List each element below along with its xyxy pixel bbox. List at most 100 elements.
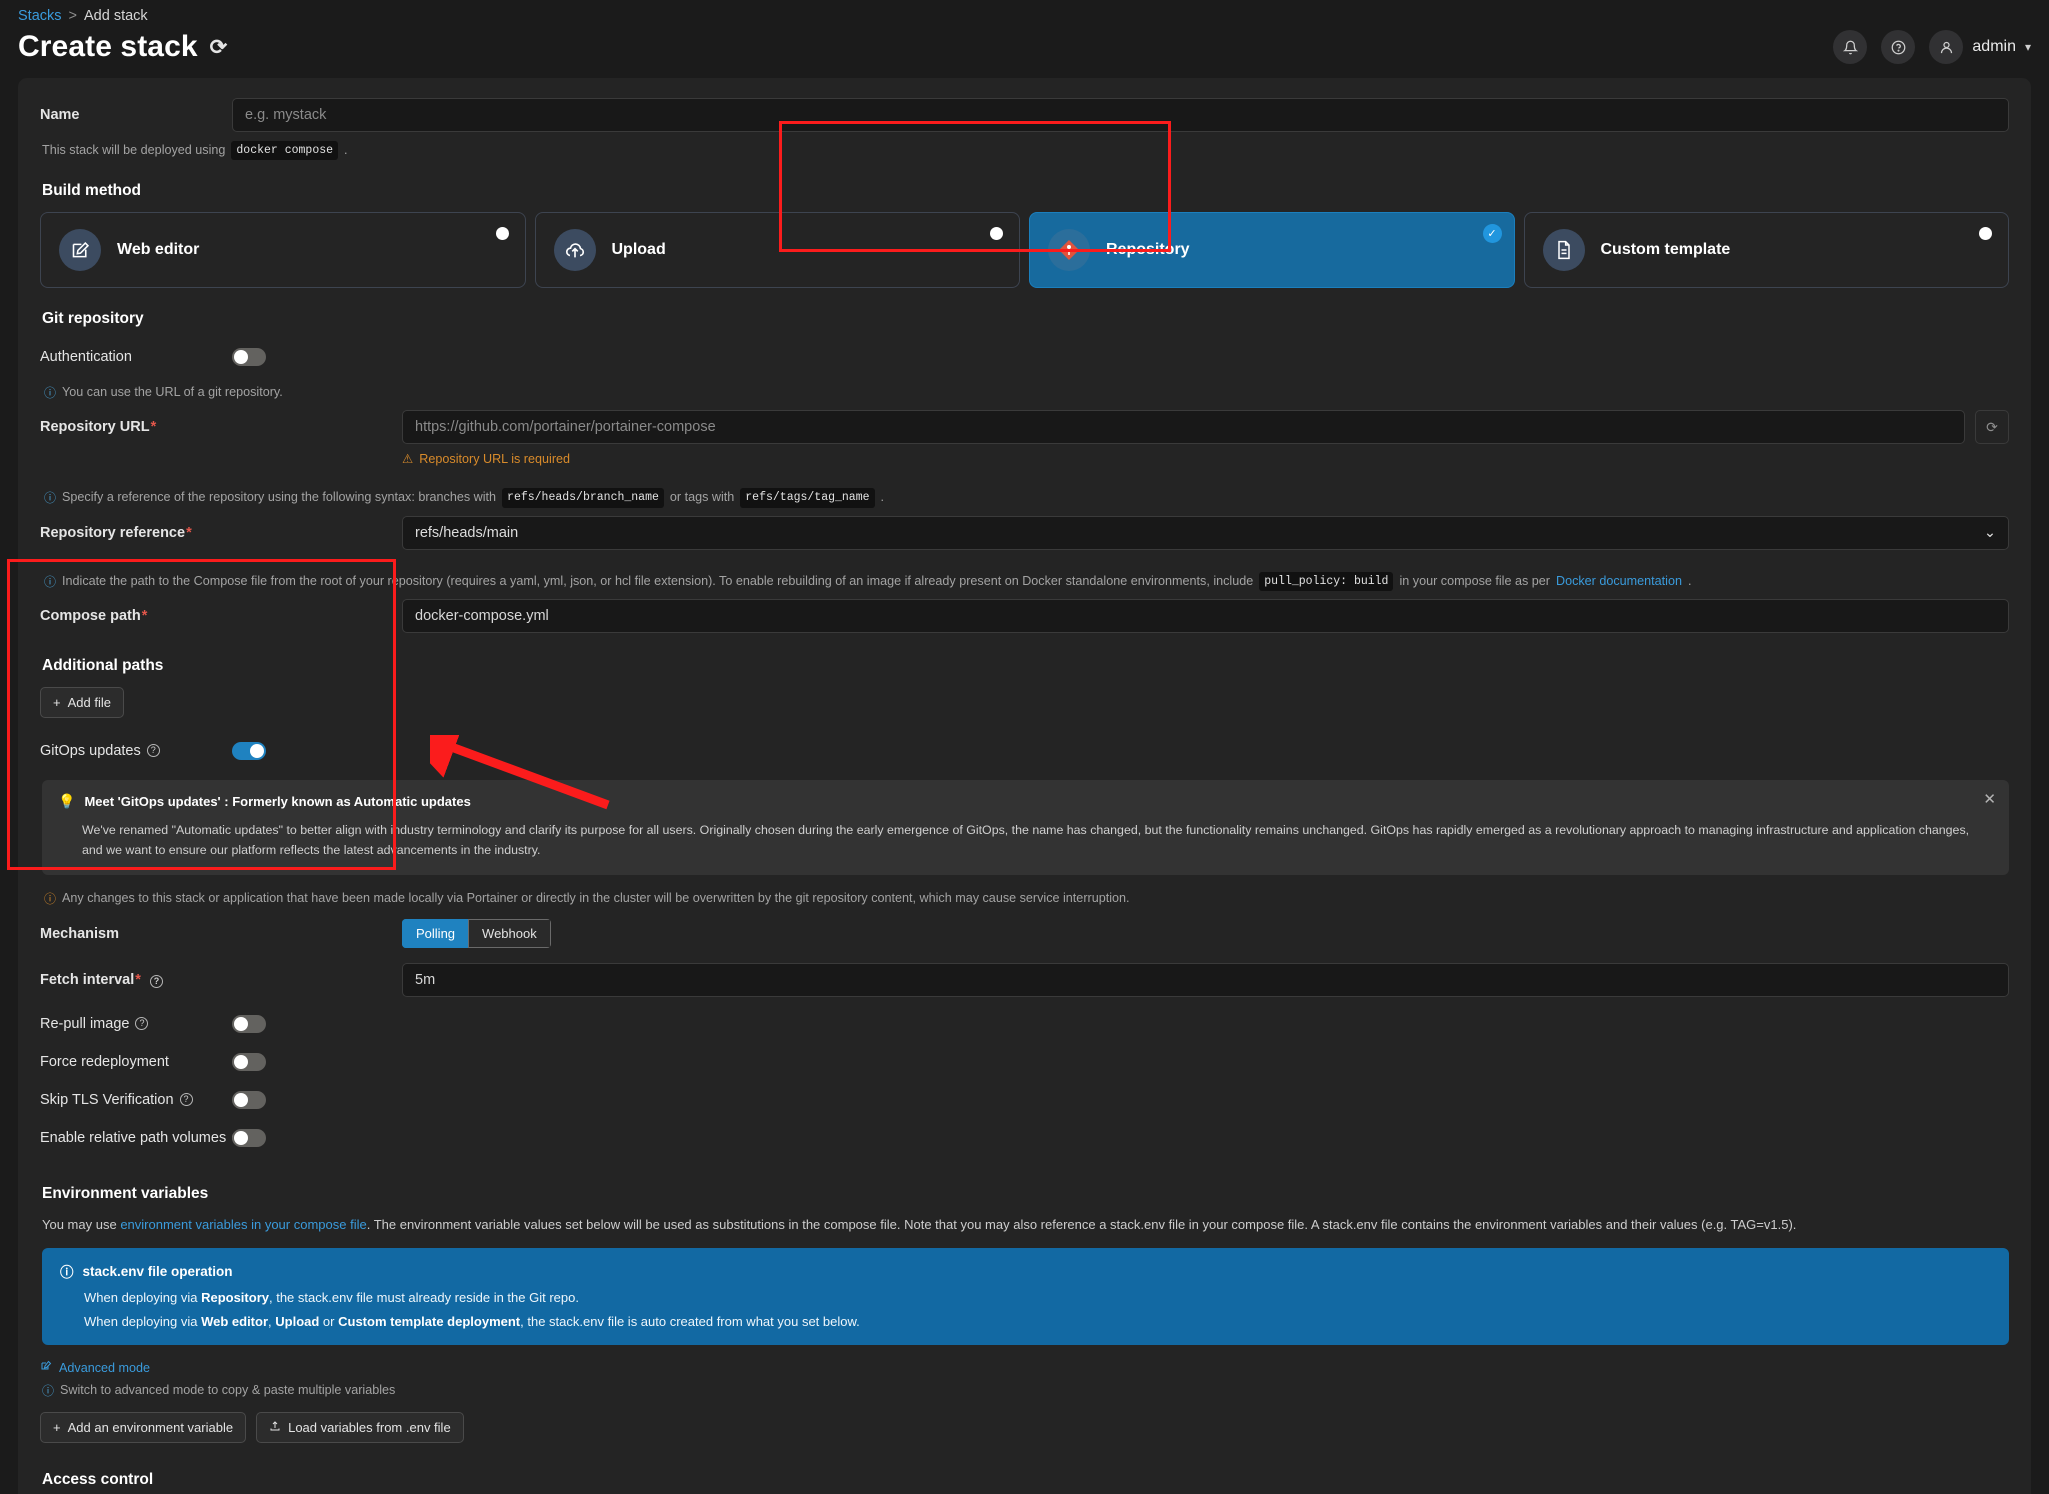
repository-url-refresh-icon[interactable]: ⟳ xyxy=(1975,410,2009,445)
additional-paths-title: Additional paths xyxy=(42,656,164,674)
chevron-down-icon[interactable]: ⌄ xyxy=(1984,525,1996,541)
info-circle-icon: ⓘ xyxy=(44,386,57,401)
load-variables-button[interactable]: Load variables from .env file xyxy=(256,1412,464,1444)
line2-e: or xyxy=(319,1314,339,1330)
help-icon[interactable]: ? xyxy=(146,744,160,758)
repository-url-hint-text: You can use the URL of a git repository. xyxy=(62,385,283,400)
help-icon[interactable]: ? xyxy=(179,1093,193,1107)
stack-env-banner-line-1: When deploying via Repository, the stack… xyxy=(84,1290,1991,1305)
build-method-web-editor[interactable]: Web editor xyxy=(40,212,526,289)
help-icon[interactable]: ? xyxy=(149,974,163,988)
gitops-tip-heading-row: 💡 Meet 'GitOps updates' : Formerly known… xyxy=(58,793,1993,810)
mechanism-segmented-control: Polling Webhook xyxy=(402,919,551,949)
authentication-toggle[interactable] xyxy=(232,348,266,367)
load-variables-label: Load variables from .env file xyxy=(288,1420,451,1436)
mechanism-row: Mechanism Polling Webhook xyxy=(40,917,2009,951)
repository-url-input[interactable]: https://github.com/portainer/portainer-c… xyxy=(402,410,1965,445)
skip-tls-verification-label-text: Skip TLS Verification xyxy=(40,1091,174,1108)
repository-reference-hint: ⓘ Specify a reference of the repository … xyxy=(44,488,2009,508)
name-input[interactable]: e.g. mystack xyxy=(232,98,2009,132)
fetch-interval-input[interactable]: 5m xyxy=(402,962,2009,997)
edit-square-icon xyxy=(40,1359,52,1377)
docker-documentation-link[interactable]: Docker documentation xyxy=(1556,572,1682,591)
compose-path-hint-b: in your compose file as per xyxy=(1399,573,1550,588)
line2-web-editor: Web editor xyxy=(201,1314,269,1330)
gitops-tip-heading: Meet 'GitOps updates' : Formerly known a… xyxy=(84,793,471,809)
re-pull-image-row: Re-pull image ? xyxy=(40,1007,2009,1041)
re-pull-image-toggle[interactable] xyxy=(232,1014,266,1033)
name-hint-code: docker compose xyxy=(231,141,339,161)
force-redeployment-row: Force redeployment xyxy=(40,1045,2009,1079)
advanced-mode-link[interactable]: Advanced mode xyxy=(59,1361,150,1375)
breadcrumb-stacks-link[interactable]: Stacks xyxy=(18,8,62,24)
authentication-row: Authentication xyxy=(40,340,2009,374)
gitops-updates-label: GitOps updates ? xyxy=(40,743,232,759)
warning-circle-icon: ⓘ xyxy=(44,891,57,906)
compose-path-hint-a: Indicate the path to the Compose file fr… xyxy=(62,573,1254,588)
enable-relative-path-volumes-toggle[interactable] xyxy=(232,1128,266,1147)
chevron-down-icon[interactable]: ▾ xyxy=(2025,40,2031,54)
radio-indicator[interactable] xyxy=(1979,227,1992,241)
gitops-updates-toggle[interactable] xyxy=(232,741,266,760)
help-circle-icon[interactable] xyxy=(1881,30,1916,64)
gitops-warning-text: Any changes to this stack or application… xyxy=(62,890,1130,905)
mechanism-option-webhook[interactable]: Webhook xyxy=(468,919,551,949)
radio-indicator[interactable] xyxy=(495,227,509,241)
add-file-button[interactable]: + Add file xyxy=(40,686,124,718)
header-actions: admin ▾ xyxy=(1833,30,2031,64)
fetch-interval-label: Fetch interval* ? xyxy=(40,972,232,988)
mechanism-label: Mechanism xyxy=(40,925,119,942)
breadcrumb-separator: > xyxy=(68,8,77,24)
repository-reference-hint-b: or tags with xyxy=(669,490,735,505)
re-pull-image-label: Re-pull image ? xyxy=(40,1016,232,1032)
mechanism-option-polling[interactable]: Polling xyxy=(402,919,469,949)
line1-c: , the stack.env file must already reside… xyxy=(268,1290,579,1306)
build-method-upload[interactable]: Upload xyxy=(534,212,1020,289)
radio-indicator[interactable] xyxy=(990,227,1003,241)
help-icon[interactable]: ? xyxy=(135,1017,149,1031)
compose-path-input[interactable]: docker-compose.yml xyxy=(402,598,2009,633)
repository-reference-select[interactable]: refs/heads/main ⌄ xyxy=(402,515,2009,550)
lightbulb-icon: 💡 xyxy=(58,792,76,809)
authentication-label: Authentication xyxy=(40,349,132,366)
info-circle-icon: ⓘ xyxy=(42,1384,55,1399)
repository-url-label-text: Repository URL xyxy=(40,419,150,436)
force-redeployment-toggle[interactable] xyxy=(232,1052,266,1071)
plus-icon: + xyxy=(53,1420,61,1436)
build-method-title: Build method xyxy=(42,182,142,200)
add-environment-variable-button[interactable]: + Add an environment variable xyxy=(40,1412,247,1444)
repository-reference-label-text: Repository reference xyxy=(40,524,186,541)
line2-upload: Upload xyxy=(275,1314,320,1330)
advanced-mode-row[interactable]: Advanced mode xyxy=(40,1359,2009,1377)
info-circle-icon: ⓘ xyxy=(44,491,57,506)
gitops-warning: ⓘ Any changes to this stack or applicati… xyxy=(44,889,2009,908)
user-menu[interactable]: admin ▾ xyxy=(1929,30,2031,64)
environment-variables-lead: You may use environment variables in you… xyxy=(42,1215,2009,1235)
line2-custom-template: Custom template deployment xyxy=(338,1314,521,1330)
add-file-label: Add file xyxy=(67,694,111,710)
build-method-repository[interactable]: Repository ✓ xyxy=(1029,212,1515,289)
line1-repository: Repository xyxy=(201,1290,269,1306)
re-pull-image-label-text: Re-pull image xyxy=(40,1015,130,1032)
refresh-icon[interactable]: ⟳ xyxy=(210,37,228,58)
name-hint-suffix: . xyxy=(344,143,348,157)
compose-path-label-text: Compose path xyxy=(40,607,141,624)
repository-reference-value: refs/heads/main xyxy=(415,524,519,541)
user-name: admin xyxy=(1972,38,2016,55)
repository-reference-label: Repository reference* xyxy=(40,525,232,541)
build-method-custom-template[interactable]: Custom template xyxy=(1523,212,2009,289)
fetch-interval-label-text: Fetch interval xyxy=(40,971,135,988)
close-icon[interactable]: ✕ xyxy=(1983,792,1996,807)
warning-triangle-icon: ⚠ xyxy=(402,452,414,467)
gitops-updates-row: GitOps updates ? xyxy=(40,734,2009,768)
force-redeployment-label: Force redeployment xyxy=(40,1053,169,1070)
skip-tls-verification-toggle[interactable] xyxy=(232,1090,266,1109)
enable-relative-path-volumes-label-text: Enable relative path volumes xyxy=(40,1129,227,1146)
name-row: Name e.g. mystack xyxy=(40,98,2009,132)
env-compose-file-link[interactable]: environment variables in your compose fi… xyxy=(120,1217,366,1232)
bell-icon[interactable] xyxy=(1833,30,1868,64)
fetch-interval-row: Fetch interval* ? 5m xyxy=(40,962,2009,997)
advanced-mode-hint: ⓘ Switch to advanced mode to copy & past… xyxy=(42,1381,2009,1400)
environment-variable-buttons: + Add an environment variable Load varia… xyxy=(40,1412,2009,1444)
repository-url-label: Repository URL* xyxy=(40,419,232,435)
